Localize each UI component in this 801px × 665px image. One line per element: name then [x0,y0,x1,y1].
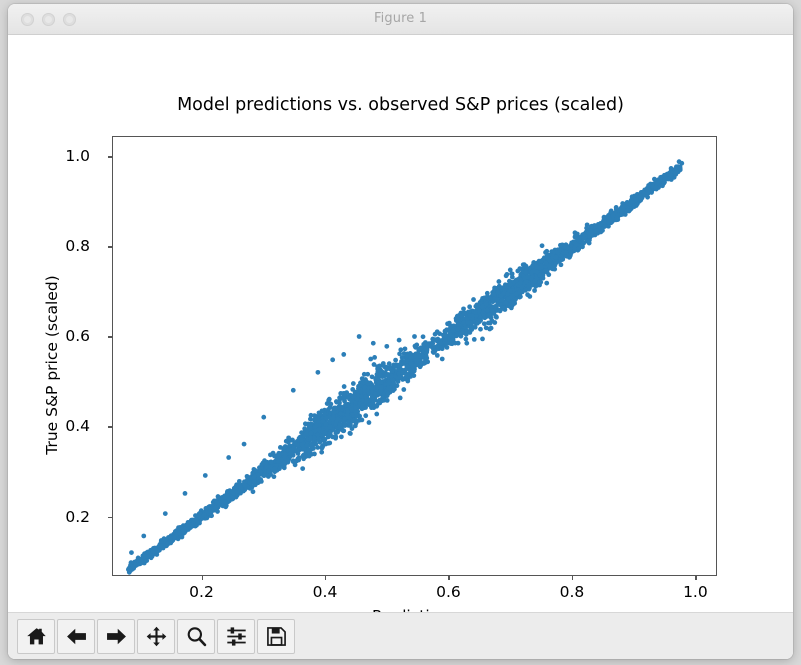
y-tick-label: 0.8 [65,237,90,256]
sliders-icon [226,626,247,647]
window-title: Figure 1 [374,11,427,26]
y-tick-mark [108,426,112,428]
arrow-left-icon [66,626,87,647]
chart-title: Model predictions vs. observed S&P price… [177,95,624,115]
x-tick-mark [201,576,203,580]
x-axis-label: Predictions [112,607,717,612]
scatter-series [126,159,685,575]
y-axis-label: True S&P price (scaled) [43,275,61,455]
back-button[interactable] [57,618,95,654]
x-tick-label: 0.2 [189,583,214,601]
y-tick-label: 1.0 [65,147,90,166]
y-tick-label: 0.6 [65,327,90,346]
configure-button[interactable] [217,618,255,654]
navigation-toolbar [8,612,793,659]
matplotlib-figure: Model predictions vs. observed S&P price… [8,35,793,612]
y-tick-mark [108,246,112,248]
y-tick-mark [108,336,112,338]
move-arrows-icon [146,626,167,647]
floppy-disk-icon [266,626,287,647]
x-tick-label: 0.4 [312,583,338,601]
close-button[interactable] [21,12,34,26]
x-tick-label: 0.6 [436,583,461,601]
y-tick-label: 0.4 [65,417,90,436]
x-tick-label: 1.0 [683,583,708,601]
y-tick-label: 0.2 [65,507,90,526]
arrow-right-icon [106,626,127,647]
home-icon [26,626,47,647]
figure-canvas[interactable]: Model predictions vs. observed S&P price… [8,35,793,612]
figure-window: Figure 1 Model predictions vs. observed … [8,4,793,659]
x-tick-mark [324,576,327,580]
x-tick-label: 0.8 [559,583,585,601]
y-tick-mark [108,156,112,158]
window-titlebar: Figure 1 [8,4,793,35]
forward-button[interactable] [97,618,135,654]
y-tick-mark [108,516,112,518]
pan-button[interactable] [137,618,175,654]
maximize-button[interactable] [63,12,76,26]
window-controls [21,4,76,34]
minimize-button[interactable] [42,12,55,26]
zoom-button[interactable] [177,618,215,654]
x-tick-mark [571,576,574,580]
magnifier-icon [186,626,207,647]
x-tick-mark [448,576,450,580]
plot-axes[interactable] [112,136,717,576]
home-button[interactable] [17,618,55,654]
save-button[interactable] [257,618,295,654]
x-tick-mark [695,576,697,580]
